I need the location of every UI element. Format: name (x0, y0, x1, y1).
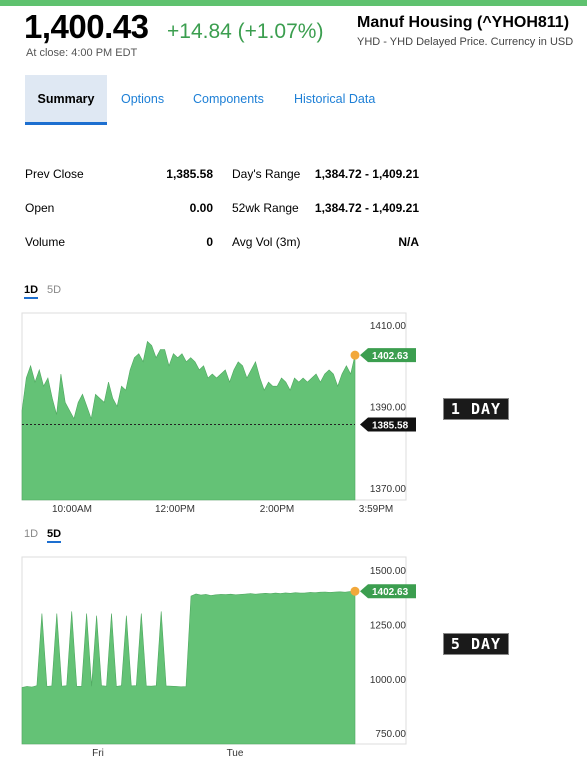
five-day-badge: 5 DAY (443, 633, 509, 655)
price-source: YHD - YHD Delayed Price. Currency in USD (357, 36, 574, 48)
wk52-range-label: 52wk Range (232, 201, 299, 215)
open-value: 0.00 (189, 201, 213, 215)
five-day-chart: 1500.00 1250.00 1000.00 750.00 1402.63 Fri Tue (21, 556, 416, 759)
price-area (21, 340, 356, 501)
wk52-range-value: 1,384.72 - 1,409.21 (314, 201, 419, 215)
symbol-name: Manuf Housing (^YHOH811) (357, 14, 570, 31)
volume-label: Volume (25, 235, 66, 249)
tab-components[interactable]: Components (193, 75, 264, 122)
x-tick-label: 12:00PM (155, 504, 195, 515)
top-accent-bar (0, 0, 587, 6)
range-tab-5d[interactable]: 5D (47, 528, 62, 543)
x-tick-label: 2:00PM (260, 504, 294, 515)
intraday-chart: 1410.00 1390.00 1370.00 1385.58 1402.63 10:00… (21, 312, 416, 515)
y-tick-label: 1250.00 (370, 620, 407, 631)
current-price-dot (350, 350, 360, 360)
days-range-label: Day's Range (232, 167, 301, 181)
y-tick-label: 1410.00 (370, 321, 407, 332)
y-tick-label: 1500.00 (370, 566, 407, 577)
price-area (21, 590, 356, 745)
prev-close-value: 1,385.58 (166, 167, 213, 181)
x-tick-label: 10:00AM (52, 504, 92, 515)
current-price-label: 1402.63 (372, 351, 409, 362)
tab-historical-data[interactable]: Historical Data (294, 75, 375, 122)
tab-options[interactable]: Options (121, 75, 164, 122)
current-price-dot (350, 586, 360, 596)
quote-change: +14.84 (+1.07%) (167, 20, 324, 43)
open-label: Open (25, 201, 55, 215)
prev-close-label: 1385.58 (372, 420, 409, 431)
avg-vol-label: Avg Vol (3m) (232, 235, 301, 249)
y-tick-label: 1000.00 (370, 675, 407, 686)
prev-close-label: Prev Close (25, 167, 84, 181)
y-tick-label: 1370.00 (370, 484, 407, 495)
volume-value: 0 (206, 235, 213, 249)
current-price-label: 1402.63 (372, 587, 409, 598)
y-tick-label: 750.00 (375, 729, 406, 740)
tab-summary[interactable]: Summary (25, 75, 107, 125)
y-tick-label: 1390.00 (370, 403, 407, 414)
avg-vol-value: N/A (398, 235, 419, 249)
x-tick-label: 3:59PM (359, 504, 393, 515)
range-tab-1d[interactable]: 1D (24, 284, 39, 299)
x-tick-label: Tue (227, 748, 244, 759)
one-day-badge: 1 DAY (443, 398, 509, 420)
range-tab-5d[interactable]: 5D (47, 284, 61, 296)
x-tick-label: Fri (92, 748, 104, 759)
range-tab-1d[interactable]: 1D (24, 528, 38, 540)
quote-at-close: At close: 4:00 PM EDT (26, 47, 138, 59)
days-range-value: 1,384.72 - 1,409.21 (314, 167, 419, 181)
quote-price: 1,400.43 (24, 8, 149, 45)
